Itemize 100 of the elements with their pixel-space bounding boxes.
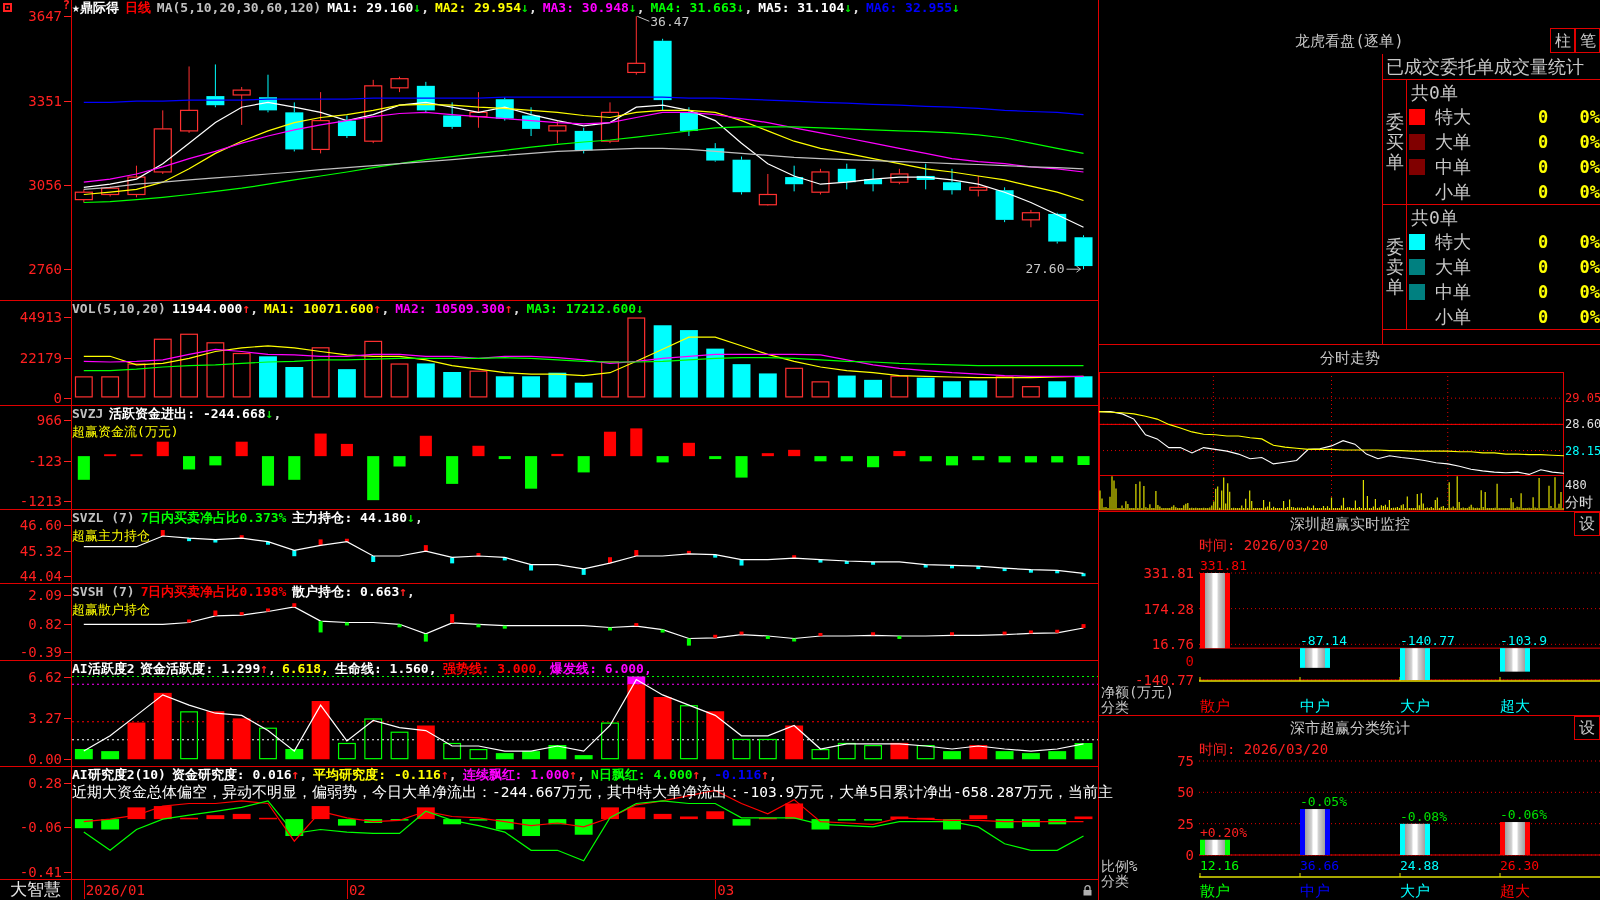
axis-title: 分类	[1100, 874, 1130, 889]
indicator-label: VOL(5,10,20)	[72, 301, 166, 316]
trend-arrow: ↓	[952, 0, 960, 15]
volume-bar	[101, 376, 120, 398]
activity-bar	[1048, 751, 1067, 760]
settings-button[interactable]: 设	[1574, 716, 1600, 740]
indicator-label: -0.116	[714, 767, 762, 782]
category-label: 散户	[1200, 882, 1230, 899]
change-bar	[923, 564, 928, 568]
axis-label: 0.28	[28, 774, 62, 791]
candle	[600, 101, 620, 144]
candle	[837, 163, 856, 190]
activity-bar	[153, 692, 172, 760]
axis-label: 174.28	[1143, 600, 1194, 617]
flow-bar	[972, 456, 985, 461]
change-bar	[1002, 568, 1007, 572]
flow-bar	[709, 456, 722, 460]
candle	[574, 127, 593, 154]
volume-bar	[469, 370, 488, 398]
order-size-label: 大单	[1435, 256, 1472, 279]
trend-arrow: ↑,	[399, 584, 415, 599]
indicator-label: 7日内买卖净占比0.373%	[140, 510, 287, 525]
axis-label: -1213	[19, 493, 62, 509]
indicator-label: 7日内买卖净占比0.198%	[140, 584, 287, 599]
candle	[732, 156, 751, 195]
volume-bar	[153, 338, 172, 398]
flow-bar	[77, 456, 90, 480]
candle	[127, 165, 146, 198]
indicator-title: 超赢散户持仓	[72, 602, 150, 617]
flow-bar	[209, 456, 222, 466]
volume-bar	[548, 372, 567, 398]
activity-bar	[574, 755, 593, 760]
trend-arrow: ↓,	[413, 0, 429, 15]
flow-bar	[498, 456, 511, 460]
trend-arrow: ↑,	[504, 301, 521, 316]
flow-bar	[1077, 456, 1090, 465]
indicator-label: 活跃资金进出: -244.668	[109, 406, 266, 421]
axis-label: 16.76	[1151, 636, 1194, 653]
change-bar	[1081, 573, 1086, 577]
activity-bar	[127, 722, 146, 760]
flow-bar	[919, 456, 932, 462]
change-bar	[950, 565, 954, 569]
order-percent: 0%	[1578, 107, 1600, 128]
volume-bar	[311, 347, 330, 398]
view-toggle-button[interactable]: 柱	[1550, 28, 1575, 53]
change-bar	[423, 545, 428, 552]
category-label: 大户	[1400, 697, 1430, 715]
axis-label: 50	[1177, 784, 1194, 801]
change-bar	[160, 530, 165, 536]
value-label: 331.81	[1200, 558, 1247, 573]
research-bar	[995, 819, 1014, 829]
indicator-label: AI研究度2(10)	[72, 767, 166, 782]
indicator-label: AI活跃度2	[72, 661, 135, 676]
volume-bar	[995, 376, 1014, 398]
axis-label: -0.39	[19, 644, 62, 660]
volume-bar	[758, 373, 777, 398]
order-size-label: 小单	[1435, 305, 1472, 328]
research-bar	[758, 817, 777, 820]
axis-label: 0.82	[28, 616, 62, 633]
research-bar	[943, 819, 961, 830]
axis-label: 480	[1565, 478, 1587, 492]
order-percent: 0%	[1578, 281, 1600, 302]
activity-bar	[364, 718, 383, 760]
activity-bar	[916, 745, 935, 760]
axis-label: 331.81	[1143, 565, 1194, 581]
settings-button[interactable]: 设	[1574, 512, 1600, 536]
volume-bar	[390, 363, 409, 398]
flow-bar	[183, 456, 196, 470]
time-label: 时间: 2026/03/20	[1199, 537, 1329, 553]
flow-bar	[814, 456, 827, 462]
flow-bar	[788, 449, 801, 457]
flow-bar	[446, 456, 459, 484]
volume-bar	[74, 376, 93, 398]
change-bar	[292, 550, 297, 557]
activity-bar	[259, 727, 277, 760]
indicator-label: MA2: 10509.300	[395, 301, 505, 316]
activity-bar	[601, 722, 619, 760]
activity-bar	[943, 751, 961, 760]
volume-bar	[443, 372, 462, 398]
activity-bar	[969, 745, 988, 760]
change-label: +0.20%	[1200, 824, 1247, 840]
candle	[943, 168, 961, 195]
candle	[443, 101, 462, 130]
axis-label: -0.06	[19, 818, 62, 835]
view-toggle-button[interactable]: 笔	[1575, 28, 1600, 53]
activity-bar	[864, 745, 882, 760]
reference-label: 0	[1185, 653, 1194, 670]
price-label: 36.47	[650, 14, 690, 30]
volume-bar	[285, 367, 304, 398]
volume-bar	[732, 364, 751, 398]
chart-bar	[1300, 648, 1330, 668]
axis-label: 6.62	[28, 668, 62, 685]
date-label: 02	[348, 882, 366, 898]
candle	[890, 168, 909, 185]
date-label: 2026/01	[85, 882, 145, 898]
flow-bar	[130, 454, 143, 457]
activity-bar	[995, 751, 1014, 760]
volume-bar	[837, 375, 856, 398]
candle	[232, 86, 251, 126]
flow-bar	[472, 445, 485, 457]
